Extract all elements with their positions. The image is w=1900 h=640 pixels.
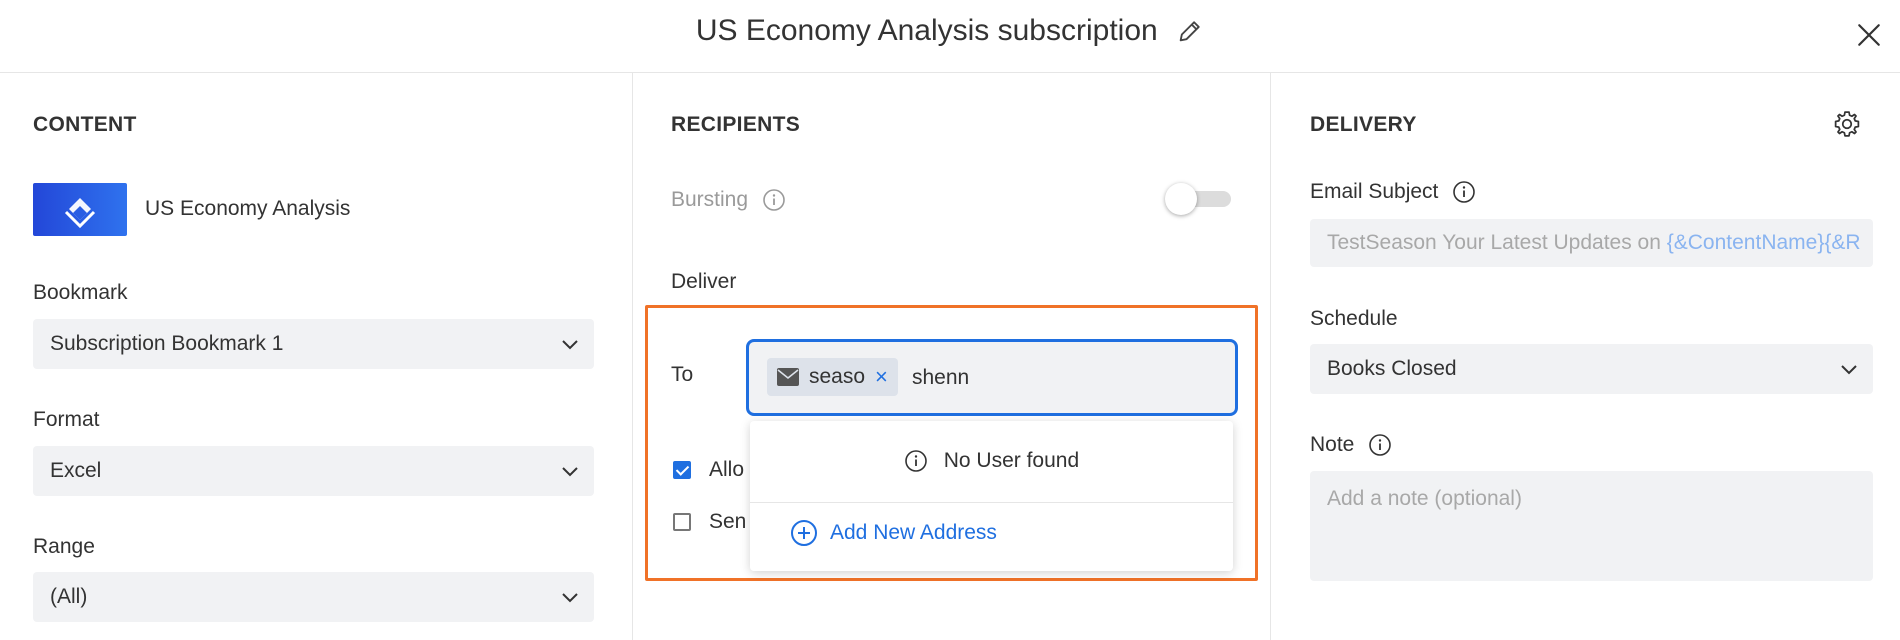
gear-icon[interactable] (1832, 109, 1862, 139)
delivery-section-title: DELIVERY (1310, 113, 1417, 136)
title-wrap: US Economy Analysis subscription (0, 14, 1900, 48)
schedule-select[interactable]: Books Closed (1310, 344, 1873, 394)
note-label-row: Note (1310, 433, 1392, 457)
no-user-message: No User found (750, 449, 1233, 473)
add-new-address-button[interactable]: Add New Address (790, 519, 997, 547)
bursting-label: Bursting (671, 188, 749, 211)
email-subject-prefix: TestSeason Your Latest Updates on (1327, 231, 1667, 254)
content-item-name: US Economy Analysis (145, 197, 351, 220)
recipient-suggestions-dropdown: No User found Add New Address (750, 421, 1233, 571)
chevron-down-icon (562, 467, 578, 477)
plus-circle-icon (791, 520, 817, 546)
dialog-header: US Economy Analysis subscription (0, 0, 1900, 73)
info-icon[interactable] (1368, 433, 1392, 457)
recipients-section-title: RECIPIENTS (671, 113, 801, 136)
format-select[interactable]: Excel (33, 446, 594, 496)
format-label: Format (33, 408, 100, 431)
info-icon[interactable] (1452, 180, 1476, 204)
deliver-label: Deliver (671, 270, 737, 293)
schedule-label: Schedule (1310, 307, 1398, 330)
bookmark-select[interactable]: Subscription Bookmark 1 (33, 319, 594, 369)
edit-icon[interactable] (1176, 17, 1204, 45)
email-subject-label-row: Email Subject (1310, 180, 1476, 204)
info-icon[interactable] (762, 188, 786, 212)
chevron-down-icon (1841, 365, 1857, 375)
range-select[interactable]: (All) (33, 572, 594, 622)
delivery-panel: DELIVERY Email Subject TestSeason Your L… (1271, 73, 1900, 640)
chevron-down-icon (562, 593, 578, 603)
range-value: (All) (50, 585, 88, 608)
note-placeholder: Add a note (optional) (1327, 487, 1522, 510)
chevron-down-icon (562, 340, 578, 350)
add-new-address-label: Add New Address (830, 521, 997, 544)
info-icon (905, 450, 927, 473)
bursting-row: Bursting (671, 188, 786, 212)
bookmark-label: Bookmark (33, 281, 128, 304)
email-subject-token: {&ContentName}{&R (1666, 231, 1861, 254)
email-subject-label: Email Subject (1310, 180, 1439, 203)
close-icon[interactable] (1856, 22, 1882, 48)
dropdown-divider (750, 502, 1233, 503)
email-subject-value: TestSeason Your Latest Updates on {&Cont… (1327, 231, 1861, 255)
range-label: Range (33, 535, 95, 558)
no-user-text: No User found (943, 449, 1080, 472)
schedule-value: Books Closed (1327, 357, 1457, 380)
bursting-toggle[interactable] (1163, 182, 1235, 218)
toggle-knob (1165, 183, 1197, 215)
note-textarea[interactable]: Add a note (optional) (1310, 471, 1873, 581)
content-app-icon (33, 183, 127, 236)
bookmark-value: Subscription Bookmark 1 (50, 332, 284, 355)
recipients-panel: RECIPIENTS Bursting Deliver Allo Sen To … (633, 73, 1271, 640)
dialog-title: US Economy Analysis subscription (695, 14, 1158, 47)
email-subject-input[interactable]: TestSeason Your Latest Updates on {&Cont… (1310, 219, 1873, 267)
format-value: Excel (50, 459, 102, 482)
note-label: Note (1310, 433, 1355, 456)
content-section-title: CONTENT (33, 113, 137, 136)
content-panel: CONTENT US Economy Analysis Bookmark Sub… (0, 73, 633, 640)
